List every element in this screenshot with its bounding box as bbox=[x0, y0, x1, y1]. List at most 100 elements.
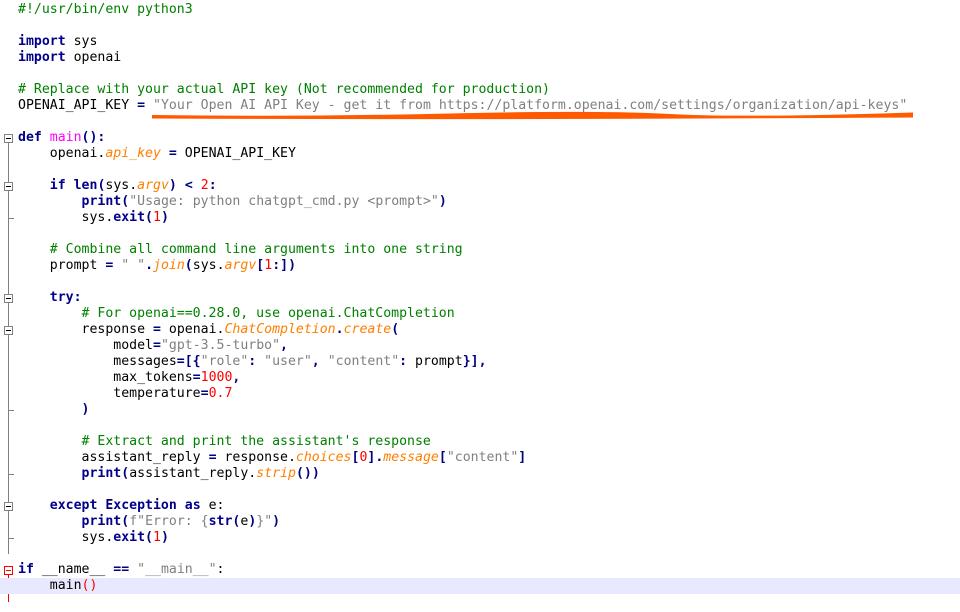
code-editor[interactable]: #!/usr/bin/env python3 import sys import o… bbox=[0, 0, 960, 612]
code-line[interactable]: OPENAI_API_KEY = "Your Open AI API Key -… bbox=[18, 98, 907, 114]
code-token: ChatCompletion bbox=[224, 322, 336, 337]
code-token: }], bbox=[462, 354, 487, 369]
code-token: = bbox=[168, 146, 177, 161]
code-token: print bbox=[81, 466, 122, 481]
code-token: strip bbox=[256, 466, 296, 481]
code-line[interactable]: assistant_reply = response.choices[0].me… bbox=[18, 450, 527, 466]
code-token: main bbox=[49, 130, 82, 145]
code-line[interactable]: except Exception as e: bbox=[18, 498, 225, 514]
code-token: ] bbox=[518, 450, 527, 465]
code-token: =[{ bbox=[176, 354, 201, 369]
code-line[interactable]: if __name__ == "__main__": bbox=[18, 562, 225, 578]
code-token: openai bbox=[65, 50, 122, 65]
code-token: : bbox=[399, 354, 416, 369]
code-token: 1 bbox=[153, 210, 161, 225]
code-token: = bbox=[200, 386, 209, 401]
code-token: if bbox=[18, 562, 34, 577]
code-line[interactable]: response = openai.ChatCompletion.create( bbox=[18, 322, 400, 338]
code-line[interactable]: print("Usage: python chatgpt_cmd.py <pro… bbox=[18, 194, 447, 210]
code-token: ) bbox=[438, 194, 447, 209]
code-token: temperature bbox=[18, 386, 201, 401]
code-token: prompt bbox=[415, 354, 463, 369]
code-token: def bbox=[18, 130, 42, 145]
code-token: "content" bbox=[327, 354, 400, 369]
code-token: ( bbox=[391, 322, 400, 337]
code-token: assistant_reply bbox=[18, 450, 209, 465]
code-area[interactable]: #!/usr/bin/env python3 import sys import o… bbox=[0, 0, 960, 612]
code-line[interactable]: # Combine all command line arguments int… bbox=[18, 242, 463, 258]
code-token: max_tokens bbox=[18, 370, 193, 385]
code-token: join bbox=[153, 258, 185, 273]
code-line[interactable]: import sys bbox=[18, 34, 97, 50]
code-token: argv bbox=[224, 258, 257, 273]
code-token: ( bbox=[121, 514, 130, 529]
code-token: : bbox=[208, 178, 217, 193]
code-line[interactable]: openai.api_key = OPENAI_API_KEY bbox=[18, 146, 296, 162]
code-token: #!/usr/bin/env python3 bbox=[18, 2, 193, 17]
code-token: ) bbox=[168, 178, 177, 193]
code-token: except bbox=[49, 498, 98, 513]
code-token: ( bbox=[145, 210, 153, 225]
code-line[interactable]: messages=[{"role": "user", "content": pr… bbox=[18, 354, 487, 370]
code-token: ]. bbox=[367, 450, 384, 465]
code-line[interactable]: model="gpt-3.5-turbo", bbox=[18, 338, 288, 354]
code-token: as bbox=[184, 498, 201, 513]
code-token: exit bbox=[113, 210, 146, 225]
code-token: "Your Open AI API Key - get it from http… bbox=[153, 98, 908, 113]
code-token: sys. bbox=[192, 258, 225, 273]
code-token: # Combine all command line arguments int… bbox=[18, 242, 463, 257]
code-line[interactable]: try: bbox=[18, 290, 82, 306]
code-line[interactable]: print(f"Error: {str(e)}") bbox=[18, 514, 281, 530]
code-line[interactable]: sys.exit(1) bbox=[18, 530, 169, 546]
code-token: }" bbox=[256, 514, 273, 529]
code-token: openai. bbox=[18, 146, 106, 161]
code-line[interactable]: def main(): bbox=[18, 130, 105, 146]
code-token: choices bbox=[295, 450, 352, 465]
code-token: model bbox=[18, 338, 153, 353]
code-line[interactable]: import openai bbox=[18, 50, 121, 66]
code-line[interactable]: ) bbox=[18, 402, 90, 418]
code-token: ) bbox=[160, 530, 169, 545]
code-token: ( bbox=[121, 194, 130, 209]
code-token: [ bbox=[438, 450, 447, 465]
code-token: __name__ bbox=[33, 562, 114, 577]
code-token: < bbox=[184, 178, 193, 193]
code-line[interactable]: # Extract and print the assistant's resp… bbox=[18, 434, 431, 450]
code-line[interactable]: if len(sys.argv) < 2: bbox=[18, 178, 217, 194]
code-line[interactable]: sys.exit(1) bbox=[18, 210, 169, 226]
code-token: 1000 bbox=[200, 370, 233, 385]
code-token: : bbox=[248, 354, 265, 369]
code-line[interactable]: # Replace with your actual API key (Not … bbox=[18, 82, 550, 98]
code-line[interactable]: main() bbox=[0, 578, 960, 594]
code-token: message bbox=[383, 450, 439, 465]
code-token: sys. bbox=[105, 178, 138, 193]
code-line[interactable]: temperature=0.7 bbox=[18, 386, 232, 402]
code-token: ( bbox=[121, 466, 130, 481]
code-line[interactable]: print(assistant_reply.strip()) bbox=[18, 466, 320, 482]
code-line[interactable]: # For openai==0.28.0, use openai.ChatCom… bbox=[18, 306, 455, 322]
code-token: argv bbox=[137, 178, 169, 193]
code-token: = bbox=[192, 370, 201, 385]
code-line[interactable]: prompt = " ".join(sys.argv[1:]) bbox=[18, 258, 296, 274]
code-token: ( bbox=[184, 258, 193, 273]
code-token: messages bbox=[18, 354, 177, 369]
code-line[interactable]: #!/usr/bin/env python3 bbox=[18, 2, 193, 18]
code-token: OPENAI_API_KEY bbox=[176, 146, 296, 161]
code-token: = bbox=[208, 450, 217, 465]
code-token: ) bbox=[272, 514, 281, 529]
code-token: api_key bbox=[105, 146, 161, 161]
code-token: . bbox=[145, 258, 154, 273]
code-token: ( bbox=[145, 530, 153, 545]
code-token: f"Error: { bbox=[129, 514, 209, 529]
code-token: sys. bbox=[18, 210, 114, 225]
code-token: "gpt-3.5-turbo" bbox=[160, 338, 281, 353]
code-line[interactable]: max_tokens=1000, bbox=[18, 370, 240, 386]
code-token: assistant_reply. bbox=[129, 466, 257, 481]
